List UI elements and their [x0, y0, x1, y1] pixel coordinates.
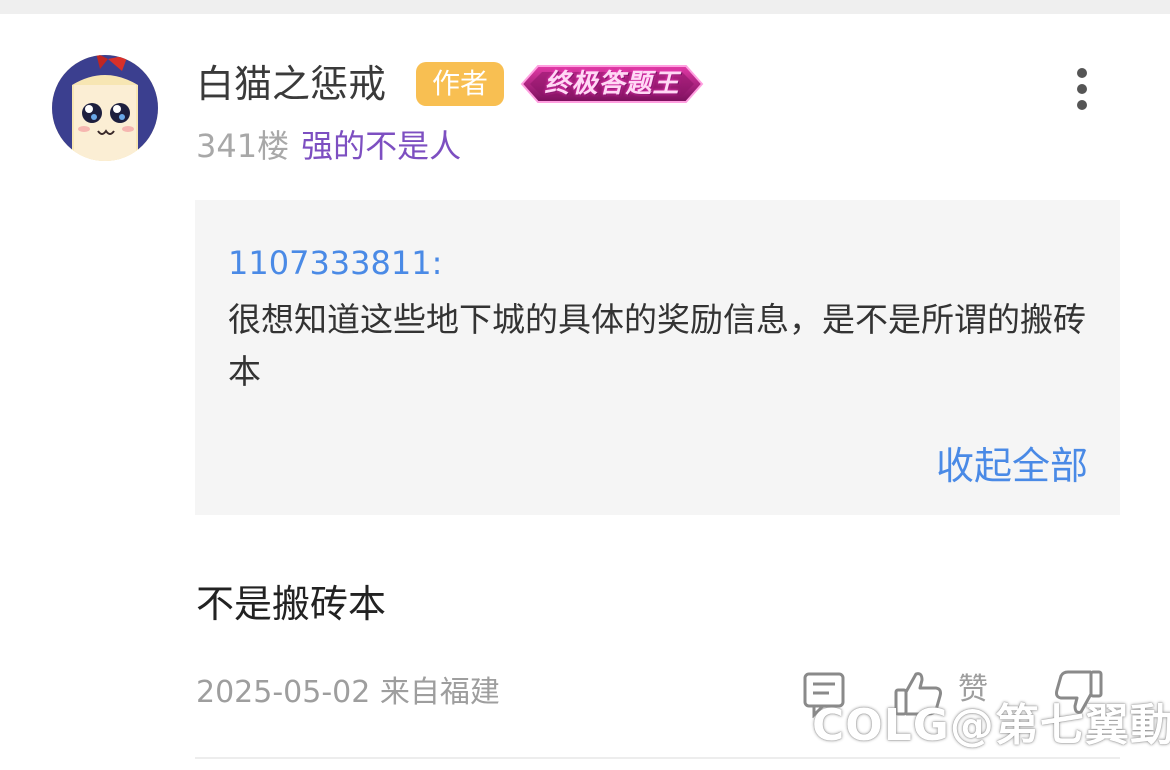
title-badge: 终极答题王	[520, 58, 704, 110]
more-vertical-icon	[1077, 68, 1087, 110]
quoted-text: 很想知道这些地下城的具体的奖励信息，是不是所谓的搬砖本	[228, 300, 1086, 391]
author-badge: 作者	[416, 62, 504, 106]
user-tag: 强的不是人	[301, 127, 462, 165]
watermark: COLG@第七翼動	[812, 696, 1170, 756]
avatar-illustration	[52, 55, 158, 161]
username[interactable]: 白猫之惩戒	[196, 58, 386, 110]
floor-meta: 341楼 强的不是人	[196, 122, 461, 170]
avatar[interactable]	[52, 55, 158, 161]
top-bar	[0, 0, 1170, 14]
title-badge-label: 终极答题王	[544, 69, 680, 99]
floor-number: 341楼	[196, 127, 290, 165]
quoted-user[interactable]: 1107333811:	[228, 238, 442, 288]
watermark-text: COLG@第七翼動	[812, 700, 1170, 751]
reply-content: 不是搬砖本	[196, 582, 387, 626]
quoted-reply: 1107333811: 很想知道这些地下城的具体的奖励信息，是不是所谓的搬砖本 …	[195, 200, 1120, 515]
divider	[195, 757, 1120, 759]
more-options-button[interactable]	[1064, 66, 1100, 114]
collapse-all-link[interactable]: 收起全部	[915, 440, 1088, 492]
post-location: 来自福建	[379, 675, 500, 710]
post-meta: 2025-05-02 来自福建	[196, 670, 500, 716]
post-date: 2025-05-02	[196, 675, 371, 710]
